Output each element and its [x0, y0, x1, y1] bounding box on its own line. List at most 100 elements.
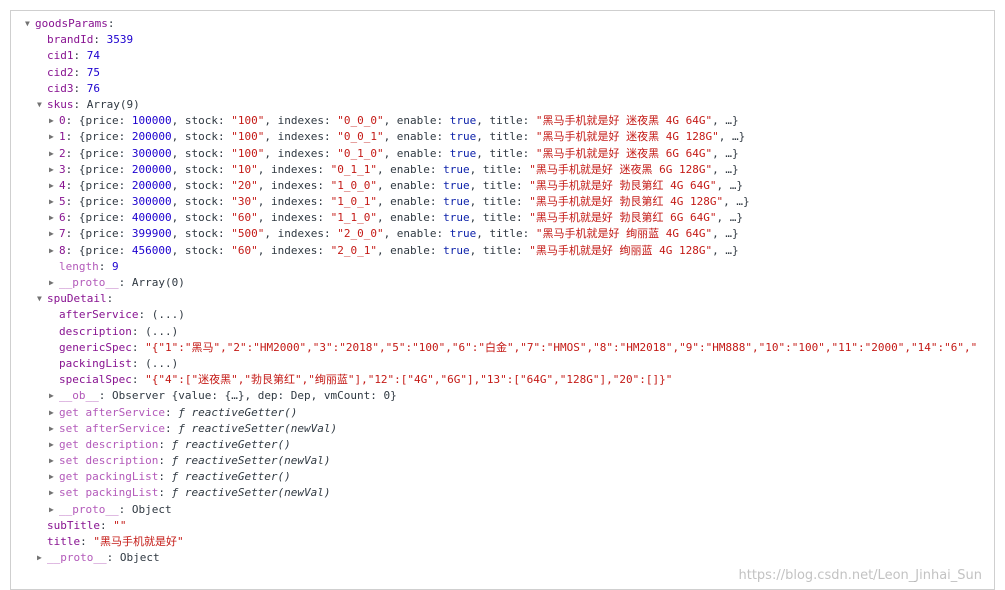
- tree-row[interactable]: ▶ get afterService: ƒ reactiveGetter(): [11, 405, 994, 421]
- property-value: ƒ reactiveSetter(newVal): [171, 486, 331, 500]
- collapsed-triangle-icon[interactable]: ▶: [49, 194, 59, 210]
- property-key: brandId: [47, 33, 94, 47]
- collapsed-triangle-icon[interactable]: ▶: [49, 210, 59, 226]
- tree-row[interactable]: ▶ 8: {price: 456000, stock: "60", indexes…: [11, 243, 994, 259]
- property-value: "0_1_0": [337, 146, 384, 160]
- collapsed-triangle-icon[interactable]: ▶: [49, 275, 59, 291]
- property-value: "{"4":["迷夜黑","勃艮第红","绚丽蓝"],"12":["4G","6…: [145, 373, 673, 387]
- collapsed-triangle-icon[interactable]: ▶: [49, 226, 59, 242]
- property-value: "100": [231, 146, 265, 160]
- property-key: 2: [59, 146, 66, 160]
- property-key: 1: [59, 130, 66, 144]
- tree-row[interactable]: ▶ __proto__: Object: [11, 550, 994, 566]
- collapsed-triangle-icon[interactable]: ▶: [49, 469, 59, 485]
- collapsed-triangle-icon[interactable]: ▶: [49, 113, 59, 129]
- expanded-triangle-icon[interactable]: ▼: [25, 16, 35, 32]
- property-value: , …}: [718, 130, 746, 144]
- property-key: specialSpec: [59, 373, 132, 387]
- property-key: get packingList: [59, 470, 159, 484]
- tree-row[interactable]: ▶ 0: {price: 100000, stock: "100", indexe…: [11, 113, 994, 129]
- collapsed-triangle-icon[interactable]: ▶: [49, 485, 59, 501]
- property-value: : {price:: [65, 146, 132, 160]
- property-value: "": [113, 518, 127, 532]
- collapsed-triangle-icon[interactable]: ▶: [49, 405, 59, 421]
- property-value: : Object: [106, 551, 160, 565]
- property-value: , enable:: [383, 130, 450, 144]
- property-value: true: [449, 227, 477, 241]
- property-value: , …}: [712, 243, 739, 257]
- property-value: :: [131, 340, 146, 354]
- property-value: , enable:: [376, 195, 444, 209]
- property-value: "黑马手机就是好 勃艮第红 4G 128G": [529, 195, 724, 209]
- tree-row[interactable]: ▶ 7: {price: 399900, stock: "500", indexe…: [11, 226, 994, 242]
- collapsed-triangle-icon[interactable]: ▶: [49, 388, 59, 404]
- tree-row[interactable]: ▶ 4: {price: 200000, stock: "20", indexes…: [11, 178, 994, 194]
- tree-row[interactable]: ▶ 1: {price: 200000, stock: "100", indexe…: [11, 129, 994, 145]
- collapsed-triangle-icon[interactable]: ▶: [49, 453, 59, 469]
- tree-row[interactable]: ▶ 2: {price: 300000, stock: "100", indexe…: [11, 146, 994, 162]
- property-value: 300000: [131, 195, 172, 209]
- property-value: : {price:: [65, 243, 132, 257]
- property-value: "1_1_0": [330, 211, 377, 225]
- expanded-triangle-icon[interactable]: ▼: [37, 97, 47, 113]
- collapsed-triangle-icon[interactable]: ▶: [49, 129, 59, 145]
- property-value: 200000: [131, 162, 172, 176]
- property-value: :: [158, 486, 172, 500]
- tree-row[interactable]: ▶ get packingList: ƒ reactiveGetter(): [11, 469, 994, 485]
- tree-row[interactable]: ▶ 6: {price: 400000, stock: "60", indexes…: [11, 210, 994, 226]
- property-value: :: [99, 518, 114, 532]
- tree-row[interactable]: ▼ skus: Array(9): [11, 97, 994, 113]
- property-value: :: [158, 470, 172, 484]
- expanded-triangle-icon[interactable]: ▼: [37, 291, 47, 307]
- collapsed-triangle-icon[interactable]: ▶: [49, 162, 59, 178]
- property-value: : (...): [138, 308, 185, 322]
- property-value: 9: [112, 259, 119, 273]
- property-key: 7: [59, 227, 66, 241]
- property-key: set packingList: [59, 486, 159, 500]
- property-key: afterService: [59, 308, 139, 322]
- collapsed-triangle-icon[interactable]: ▶: [49, 178, 59, 194]
- property-value: ƒ reactiveGetter(): [171, 437, 291, 451]
- property-value: true: [443, 243, 470, 257]
- tree-row[interactable]: ▼ spuDetail:: [11, 291, 994, 307]
- tree-row[interactable]: ▶ __proto__: Object: [11, 502, 994, 518]
- tree-row[interactable]: ▶ set description: ƒ reactiveSetter(newVa…: [11, 453, 994, 469]
- collapsed-triangle-icon[interactable]: ▶: [49, 243, 59, 259]
- tree-row[interactable]: ▶ 5: {price: 300000, stock: "30", indexes…: [11, 194, 994, 210]
- collapsed-triangle-icon[interactable]: ▶: [37, 550, 47, 566]
- tree-row[interactable]: ▶ __proto__: Array(0): [11, 275, 994, 291]
- collapsed-triangle-icon[interactable]: ▶: [49, 437, 59, 453]
- tree-row: title: "黑马手机就是好": [11, 534, 994, 550]
- property-value: : Observer {value: {…}, dep: Dep, vmCoun…: [98, 389, 397, 403]
- property-value: , …}: [723, 195, 750, 209]
- tree-row[interactable]: ▶ __ob__: Observer {value: {…}, dep: Dep,…: [11, 388, 994, 404]
- tree-row[interactable]: ▶ set afterService: ƒ reactiveSetter(newV…: [11, 421, 994, 437]
- collapsed-triangle-icon[interactable]: ▶: [49, 502, 59, 518]
- collapsed-triangle-icon[interactable]: ▶: [49, 146, 59, 162]
- property-value: true: [443, 211, 470, 225]
- property-value: :: [131, 373, 146, 387]
- property-value: :: [158, 454, 172, 468]
- tree-row[interactable]: ▶ 3: {price: 200000, stock: "10", indexes…: [11, 162, 994, 178]
- property-key: spuDetail: [47, 292, 107, 306]
- property-key: __ob__: [59, 389, 99, 403]
- property-value: , title:: [476, 130, 536, 144]
- property-value: , indexes:: [257, 211, 331, 225]
- property-value: true: [443, 162, 470, 176]
- property-value: , enable:: [376, 178, 444, 192]
- collapsed-triangle-icon[interactable]: ▶: [49, 421, 59, 437]
- property-value: : Array(0): [118, 276, 185, 289]
- property-value: , indexes:: [257, 195, 331, 209]
- property-value: , stock:: [171, 211, 232, 225]
- tree-row[interactable]: ▶ get description: ƒ reactiveGetter(): [11, 437, 994, 453]
- property-value: "2_0_1": [330, 243, 377, 257]
- property-value: :: [106, 292, 114, 306]
- property-value: 100000: [131, 114, 172, 128]
- property-value: , indexes:: [264, 130, 338, 144]
- property-value: 200000: [131, 178, 172, 192]
- property-value: 456000: [131, 243, 172, 257]
- property-key: 4: [59, 178, 66, 192]
- tree-row[interactable]: ▼ goodsParams:: [11, 16, 994, 32]
- object-tree: ▼ goodsParams: brandId: 3539 cid1: 74 cid2: …: [11, 16, 994, 566]
- tree-row[interactable]: ▶ set packingList: ƒ reactiveSetter(newVa…: [11, 485, 994, 501]
